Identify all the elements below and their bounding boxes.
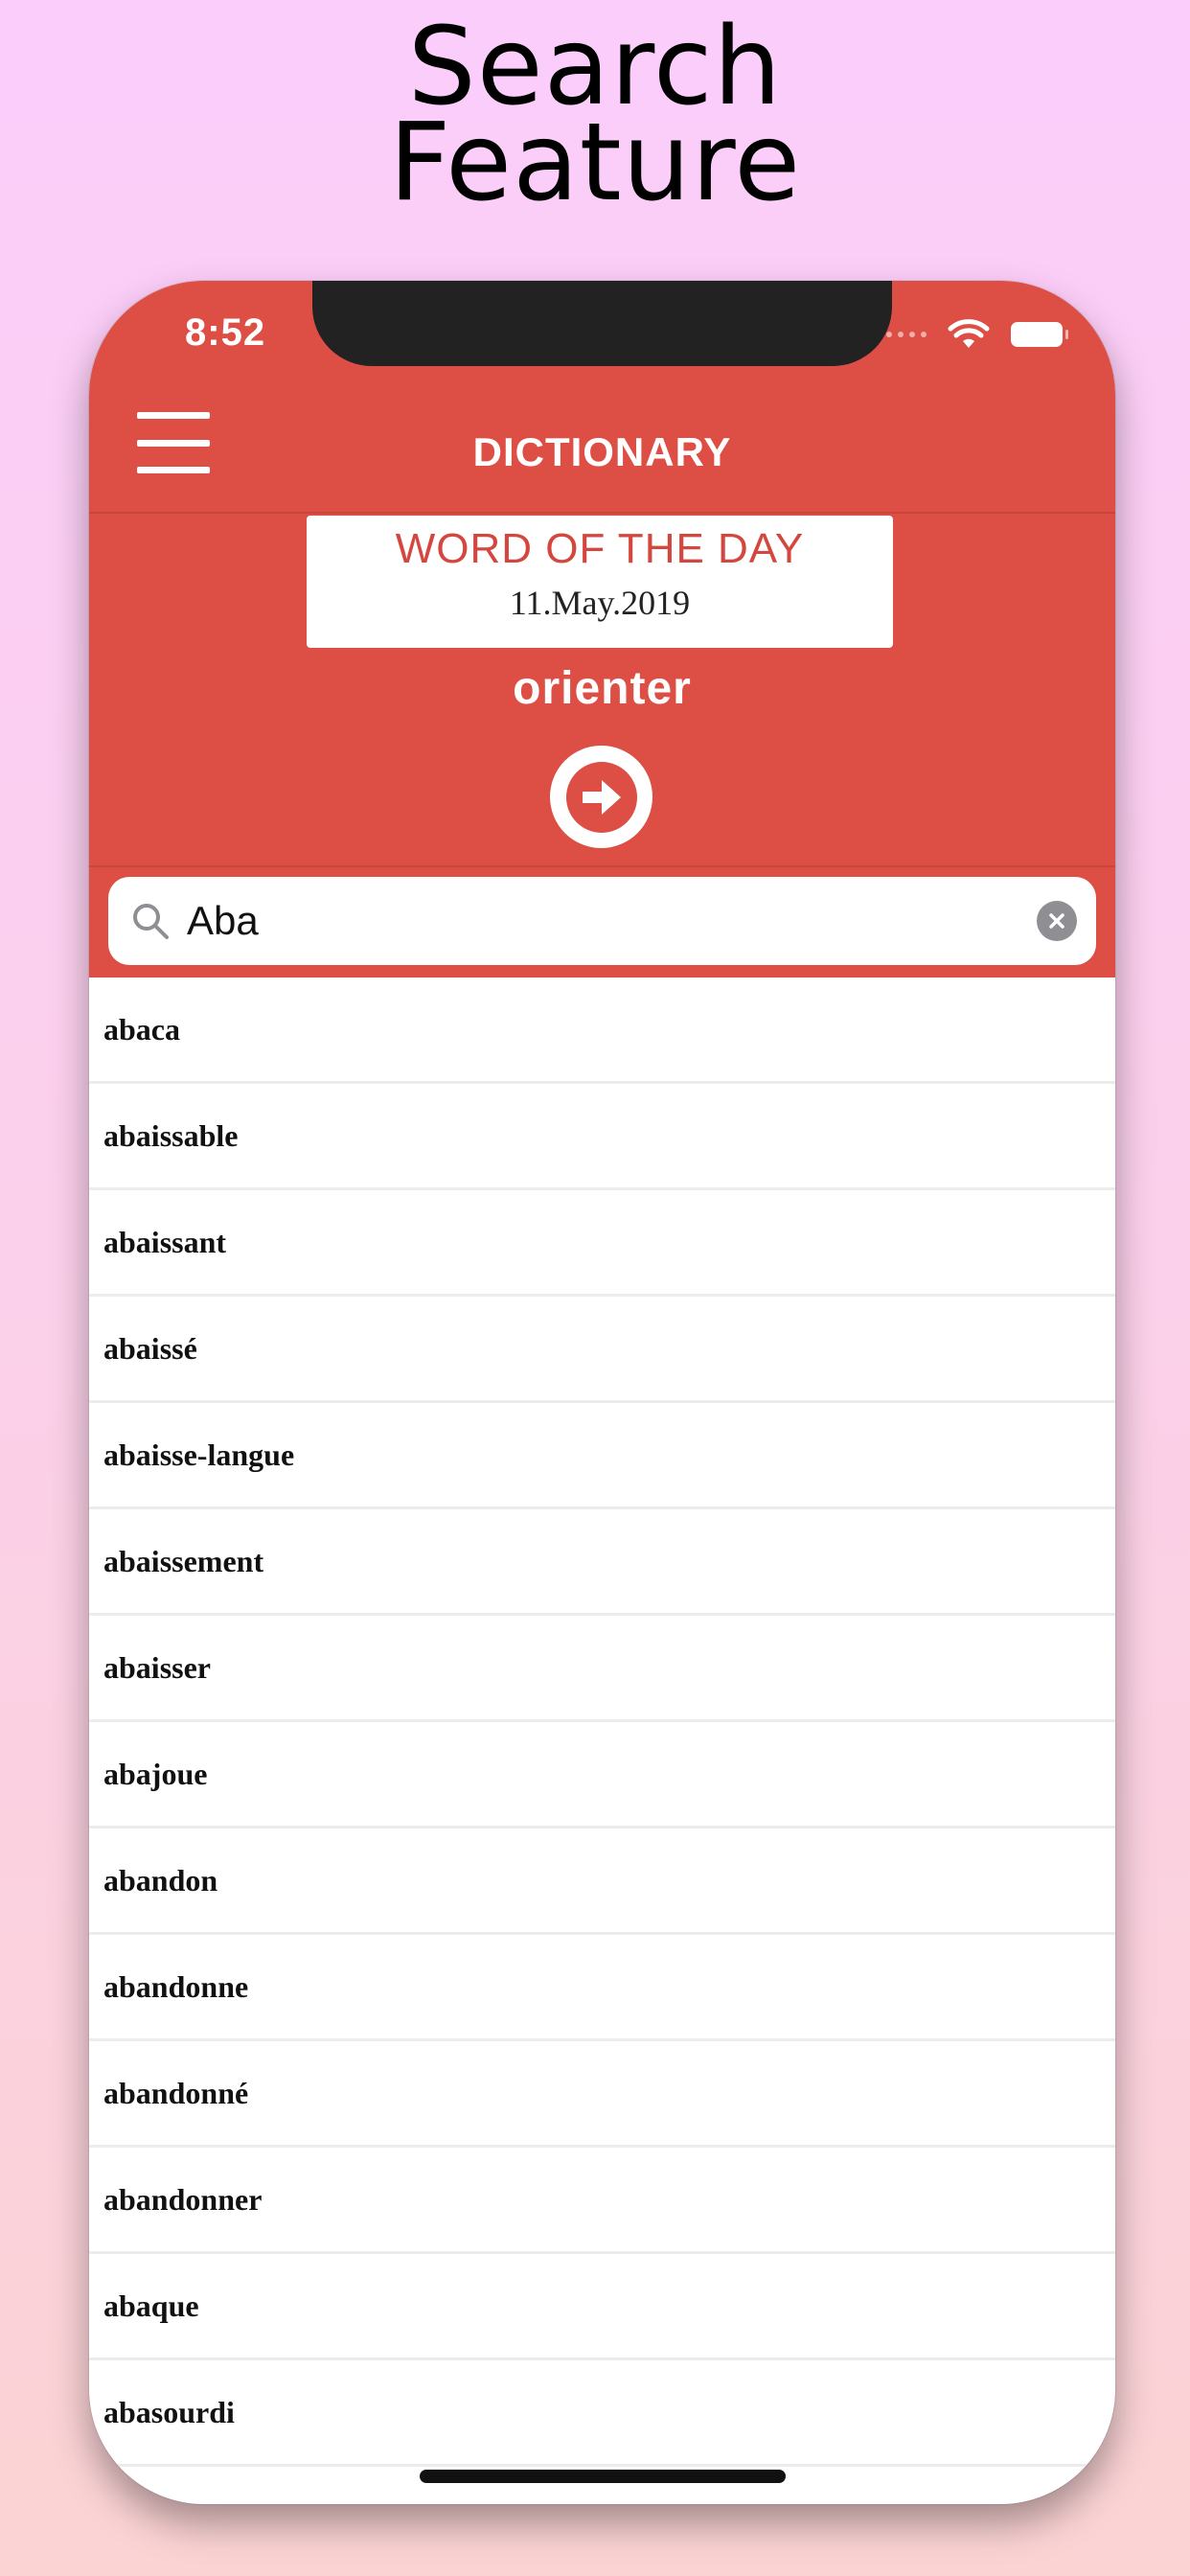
list-item[interactable]: abaissement (89, 1509, 1115, 1616)
list-item[interactable]: abaissant (89, 1190, 1115, 1297)
list-item[interactable]: abajoue (89, 1722, 1115, 1828)
list-item[interactable]: abaisser (89, 1616, 1115, 1722)
list-item[interactable]: abandonné (89, 2041, 1115, 2148)
go-to-word-button[interactable] (550, 746, 652, 848)
word-of-the-day-word[interactable]: orienter (89, 662, 1115, 715)
nav-title: DICTIONARY (472, 429, 732, 474)
word-of-the-day-card: WORD OF THE DAY 11.May.2019 (307, 516, 893, 648)
status-icons (886, 319, 1068, 350)
device-notch (312, 281, 892, 366)
word-of-the-day-date: 11.May.2019 (509, 584, 691, 622)
home-indicator[interactable] (420, 2470, 786, 2483)
list-item[interactable]: abaissable (89, 1084, 1115, 1190)
magnifier-icon (133, 904, 169, 939)
clear-x-icon[interactable] (1037, 901, 1077, 941)
headline-line-2: Feature (388, 101, 802, 225)
nav-bar: DICTIONARY (89, 377, 1115, 514)
word-of-the-day-label: WORD OF THE DAY (395, 525, 805, 572)
search-input[interactable] (187, 898, 992, 944)
arrow-right-circle-icon (565, 761, 637, 833)
list-item[interactable]: abaissé (89, 1297, 1115, 1403)
promo-headline: Search Feature (0, 13, 1190, 225)
battery-icon (1011, 322, 1068, 347)
list-item[interactable]: abaca (89, 978, 1115, 1084)
list-item[interactable]: abaque (89, 2254, 1115, 2360)
results-list: abaca abaissable abaissant abaissé abais… (89, 978, 1115, 2467)
phone-frame: 8:52 DICTIONARY WORD OF THE DAY 11.May.2… (89, 281, 1115, 2504)
list-item[interactable]: abandonne (89, 1935, 1115, 2041)
signal-dots-icon (886, 332, 927, 337)
wifi-icon (948, 319, 990, 348)
list-item[interactable]: abasourdi (89, 2360, 1115, 2467)
list-item[interactable]: abandonner (89, 2148, 1115, 2254)
list-item[interactable]: abaisse-langue (89, 1403, 1115, 1509)
list-item[interactable]: abandon (89, 1828, 1115, 1935)
search-box[interactable] (108, 877, 1096, 965)
status-time: 8:52 (185, 311, 266, 354)
search-bar-area (89, 865, 1115, 978)
